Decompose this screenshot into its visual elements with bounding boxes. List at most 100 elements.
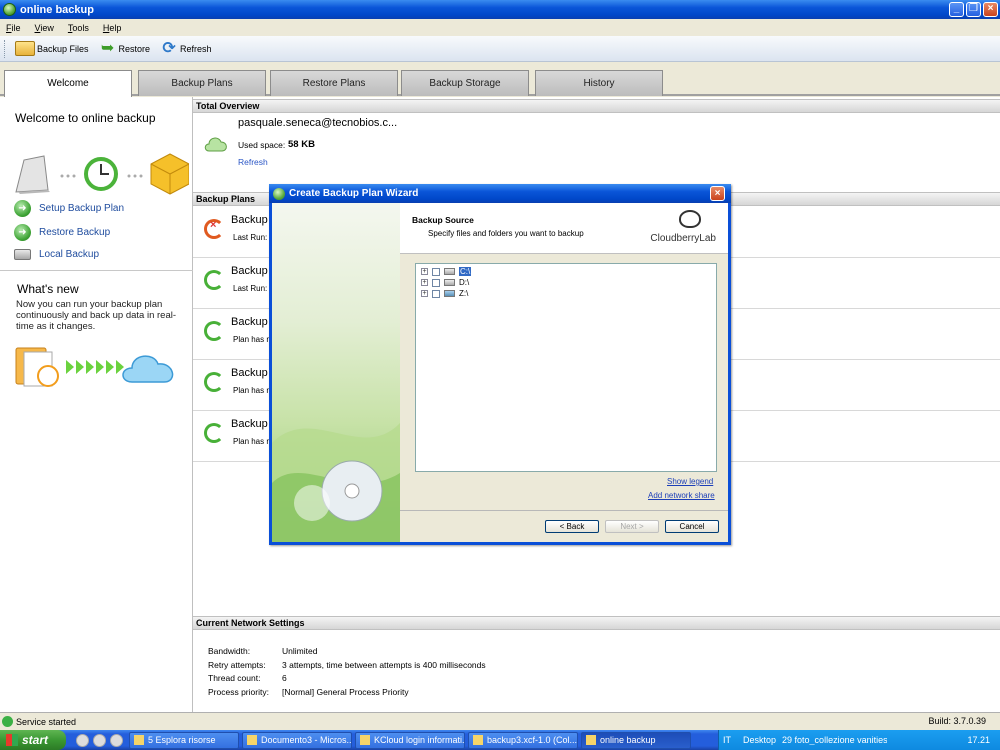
drive-checkbox[interactable] [432,267,440,276]
document-icon [247,735,257,745]
task-label: Documento3 - Micros... [261,735,352,745]
plan-error-icon [204,219,224,239]
tree-item-drive-z[interactable]: + Z:\ [421,289,468,298]
status-bar: Service started Build: 3.7.0.39 [0,712,1000,730]
overview-refresh-link[interactable]: Refresh [238,157,268,167]
expand-icon[interactable]: + [421,279,428,286]
total-overview-header: Total Overview [193,99,1000,113]
drive-icon [14,249,31,260]
sidebar-divider [0,270,193,271]
menu-help[interactable]: Help [103,23,122,33]
menu-view[interactable]: View [35,23,54,33]
tab-history[interactable]: History [535,70,663,96]
drive-label: D:\ [459,278,470,287]
retry-value: 3 attempts, time between attempts is 400… [282,659,486,670]
expand-icon[interactable]: + [421,290,428,297]
process-priority-label: Process priority: [208,686,269,697]
retry-label: Retry attempts: [208,659,266,670]
refresh-button[interactable]: ⟳ Refresh [156,38,216,60]
task-label: 5 Esplora risorse [148,735,216,745]
tray-item[interactable]: 29 foto_collezione vanities_lavabi [782,735,887,745]
thread-count-value: 6 [282,673,287,683]
clock[interactable]: 17.21 [967,735,990,745]
local-backup-link[interactable]: Local Backup [14,249,99,260]
close-button[interactable]: × [983,2,998,17]
task-label: backup3.xcf-1.0 (Col... [487,735,578,745]
taskbar-item-online-backup[interactable]: online backup [581,731,691,749]
back-button[interactable]: < Back [545,520,599,533]
plan-status: Plan has n [233,335,271,344]
plan-status: Plan has n [233,437,271,446]
desktop-toolbar[interactable]: Desktop [743,735,776,745]
tab-backup-storage[interactable]: Backup Storage [401,70,529,96]
step-description: Specify files and folders you want to ba… [428,229,584,238]
status-ok-icon [2,716,13,727]
taskbar-item-chrome[interactable]: KCloud login informati... [355,731,465,749]
taskbar: start 5 Esplora risorse Documento3 - Mic… [0,730,1000,750]
add-network-share-link[interactable]: Add network share [648,491,715,500]
plan-status: Plan has n [233,386,271,395]
refresh-icon: ⟳ [162,39,176,57]
restore-backup-label: Restore Backup [39,227,111,238]
task-label: KCloud login informati... [374,735,465,745]
wizard-banner-art [272,423,400,542]
media-icon[interactable] [110,733,123,747]
local-backup-label: Local Backup [39,249,100,260]
windows-flag-icon [6,734,18,746]
backup-files-button[interactable]: Backup Files [11,39,93,58]
task-label: online backup [600,735,656,745]
chrome-icon [360,735,370,745]
tree-item-drive-d[interactable]: + D:\ [421,278,469,287]
tab-backup-plans[interactable]: Backup Plans [138,70,266,96]
taskbar-item-gimp[interactable]: backup3.xcf-1.0 (Col... [468,731,578,749]
drive-label: C:\ [459,267,472,276]
tree-item-drive-c[interactable]: + C:\ [421,267,472,276]
start-label: start [22,733,49,747]
menu-tools[interactable]: Tools [68,23,89,33]
plan-name: Backup [231,265,268,277]
welcome-title: Welcome to online backup [15,111,156,125]
dialog-close-button[interactable]: × [710,186,725,201]
chrome-icon[interactable] [76,733,89,747]
cloudberry-logo-icon [679,210,701,228]
plan-name: Backup [231,316,268,328]
create-backup-plan-wizard: Create Backup Plan Wizard × Backup Sourc… [269,184,731,545]
step-title: Backup Source [412,215,474,225]
brand-name: CloudberryLab [650,233,716,244]
drive-label: Z:\ [459,289,469,298]
language-indicator[interactable]: IT [723,735,731,745]
network-settings: Bandwidth: Unlimited Retry attempts: 3 a… [208,646,582,698]
taskbar-item-word[interactable]: Documento3 - Micros... [242,731,352,749]
toolbar: Backup Files ➥ Restore ⟳ Refresh [0,36,1000,62]
drive-checkbox[interactable] [432,289,440,298]
drive-icon [444,268,455,275]
browser-icon[interactable] [93,733,106,747]
restore-button[interactable]: ➥ Restore [95,38,155,60]
app-icon [3,3,16,16]
window-titlebar[interactable]: online backup _ ❐ × [0,0,1000,19]
tab-restore-plans[interactable]: Restore Plans [270,70,398,96]
restore-backup-link[interactable]: ➜ Restore Backup [14,224,110,241]
source-tree[interactable]: + C:\ + D:\ + Z:\ [415,263,717,472]
plan-status: Last Run: [233,284,268,293]
tab-welcome[interactable]: Welcome [4,70,132,98]
maximize-button[interactable]: ❐ [966,2,981,17]
toolbar-grip[interactable] [4,39,7,58]
arrow-right-icon: ➜ [14,224,31,241]
network-settings-header: Current Network Settings [193,616,1000,630]
drive-checkbox[interactable] [432,278,440,287]
plan-status: Last Run: [233,233,268,242]
setup-backup-plan-link[interactable]: ➜ Setup Backup Plan [14,200,124,217]
taskbar-item-explorer[interactable]: 5 Esplora risorse [129,731,239,749]
build-version: Build: 3.7.0.39 [928,716,986,726]
realtime-backup-illustration [15,347,174,387]
dialog-titlebar[interactable]: Create Backup Plan Wizard [269,184,731,203]
cancel-button[interactable]: Cancel [665,520,719,533]
next-button[interactable]: Next > [605,520,659,533]
menu-file[interactable]: File [6,23,21,33]
start-button[interactable]: start [0,730,66,750]
expand-icon[interactable]: + [421,268,428,275]
show-legend-link[interactable]: Show legend [667,477,713,486]
minimize-button[interactable]: _ [949,2,964,17]
used-space-value: 58 KB [288,139,315,150]
